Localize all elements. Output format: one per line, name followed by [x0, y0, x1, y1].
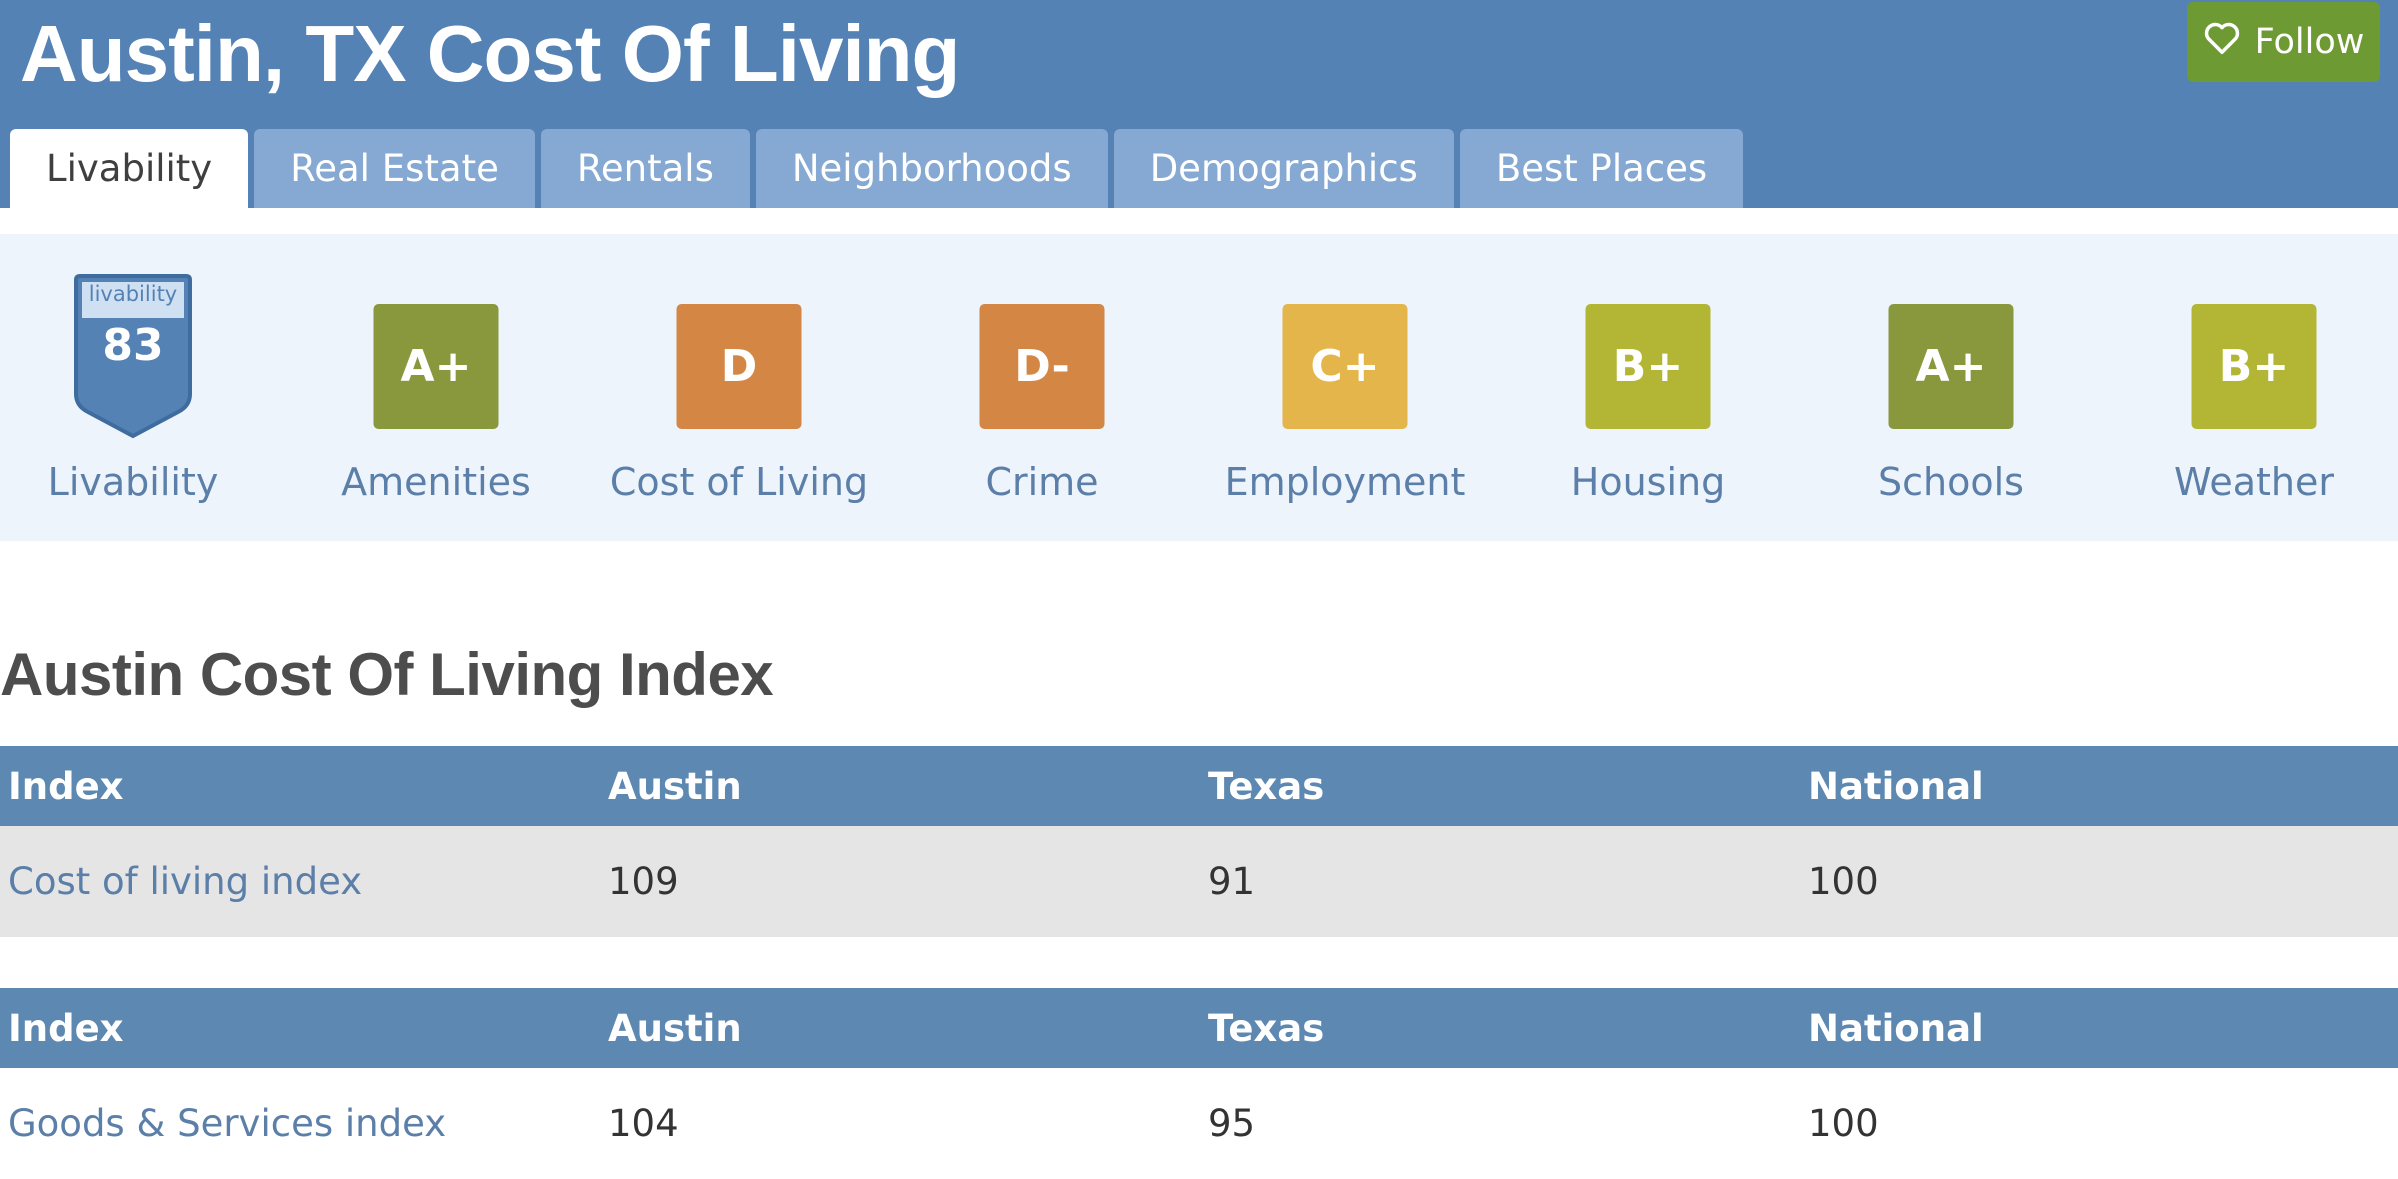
- score-label: Crime: [985, 460, 1099, 504]
- tab-neighborhoods[interactable]: Neighborhoods: [755, 129, 1108, 208]
- column-header: National: [1808, 1006, 1984, 1050]
- column-header: Index: [8, 764, 124, 808]
- livability-score: 83: [102, 320, 164, 371]
- badge-word: livability: [88, 282, 178, 306]
- score-label: Amenities: [341, 460, 531, 504]
- table-header: Index Austin Texas National: [0, 988, 2398, 1068]
- tab-livability[interactable]: Livability: [10, 129, 249, 208]
- score-housing[interactable]: B+ Housing: [1498, 234, 1798, 541]
- grade-badge: C+: [1282, 304, 1408, 429]
- grade-badge: B+: [2191, 304, 2317, 429]
- national-value: 100: [1808, 860, 1879, 903]
- index-link[interactable]: Cost of living index: [8, 826, 362, 937]
- score-label: Schools: [1878, 460, 2024, 504]
- column-header: Texas: [1208, 764, 1325, 808]
- score-label: Livability: [47, 460, 219, 504]
- heart-icon: [2203, 20, 2241, 65]
- column-header: Austin: [608, 1006, 742, 1050]
- table-header: Index Austin Texas National: [0, 746, 2398, 826]
- column-header: Texas: [1208, 1006, 1325, 1050]
- grade-badge: D-: [979, 304, 1105, 429]
- national-value: 100: [1808, 1102, 1879, 1145]
- section-title: Austin Cost Of Living Index: [0, 641, 774, 708]
- score-label: Cost of Living: [609, 460, 869, 504]
- page-header: Austin, TX Cost Of Living Follow Livabil…: [0, 0, 2398, 208]
- score-crime[interactable]: D- Crime: [892, 234, 1192, 541]
- cost-of-living-table: Index Austin Texas National Cost of livi…: [0, 746, 2398, 937]
- livability-scores: livability 83 Livability A+ Amenities D …: [0, 234, 2398, 541]
- column-header: National: [1808, 764, 1984, 808]
- grade-badge: D: [676, 304, 802, 429]
- score-livability[interactable]: livability 83 Livability: [0, 234, 283, 541]
- score-schools[interactable]: A+ Schools: [1801, 234, 2101, 541]
- score-label: Housing: [1570, 460, 1726, 504]
- grade-badge: A+: [1888, 304, 2014, 429]
- page-title: Austin, TX Cost Of Living: [20, 9, 960, 98]
- score-label: Employment: [1224, 460, 1466, 504]
- follow-label: Follow: [2254, 22, 2365, 62]
- texas-value: 95: [1208, 1102, 1256, 1145]
- score-amenities[interactable]: A+ Amenities: [286, 234, 586, 541]
- column-header: Index: [8, 1006, 124, 1050]
- livability-badge-icon: livability 83: [70, 274, 196, 440]
- score-employment[interactable]: C+ Employment: [1195, 234, 1495, 541]
- texas-value: 91: [1208, 860, 1256, 903]
- column-header: Austin: [608, 764, 742, 808]
- page: Austin, TX Cost Of Living Follow Livabil…: [0, 0, 2398, 1177]
- tab-real-estate[interactable]: Real Estate: [254, 129, 535, 208]
- follow-button[interactable]: Follow: [2187, 2, 2380, 82]
- score-cost-of-living[interactable]: D Cost of Living: [589, 234, 889, 541]
- tab-best-places[interactable]: Best Places: [1459, 129, 1744, 208]
- austin-value: 104: [608, 1102, 679, 1145]
- nav-tabs: Livability Real Estate Rentals Neighborh…: [10, 129, 1744, 208]
- tab-demographics[interactable]: Demographics: [1113, 129, 1454, 208]
- grade-badge: B+: [1585, 304, 1711, 429]
- tab-rentals[interactable]: Rentals: [540, 129, 750, 208]
- goods-services-table: Index Austin Texas National Goods & Serv…: [0, 988, 2398, 1179]
- table-row: Goods & Services index 104 95 100: [0, 1068, 2398, 1179]
- table-row: Cost of living index 109 91 100: [0, 826, 2398, 937]
- score-label: Weather: [2174, 460, 2334, 504]
- austin-value: 109: [608, 860, 679, 903]
- index-link[interactable]: Goods & Services index: [8, 1068, 446, 1179]
- grade-badge: A+: [373, 304, 499, 429]
- score-weather[interactable]: B+ Weather: [2104, 234, 2398, 541]
